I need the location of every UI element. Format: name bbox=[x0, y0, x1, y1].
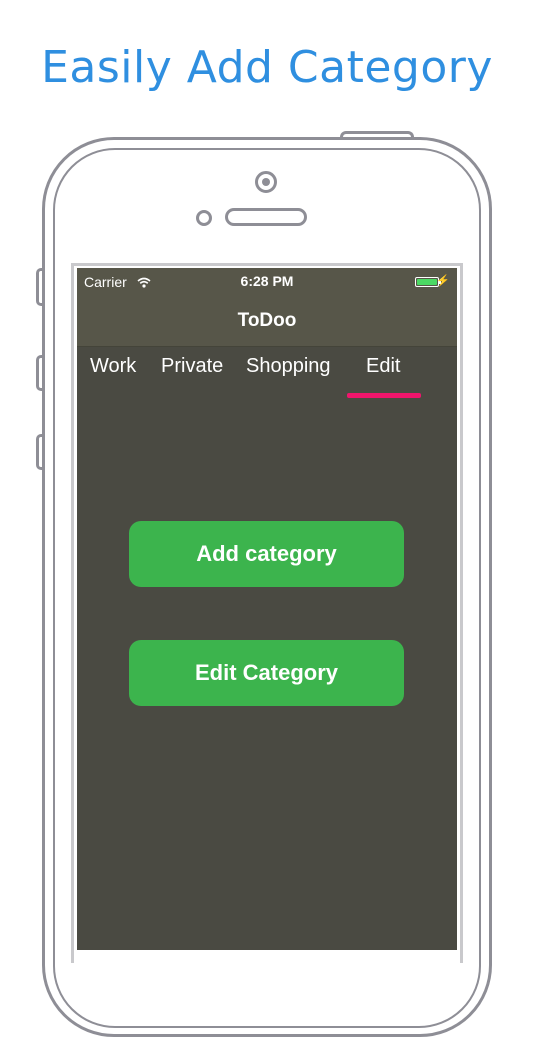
tab-shopping[interactable]: Shopping bbox=[246, 355, 331, 378]
app-screen: Carrier 6:28 PM ⚡ ToDoo Work Private Sho… bbox=[77, 268, 457, 950]
promo-headline: Easily Add Category bbox=[41, 42, 493, 93]
sensor-icon bbox=[196, 210, 212, 226]
bolt-icon: ⚡ bbox=[436, 275, 450, 287]
add-category-button[interactable]: Add category bbox=[129, 521, 404, 587]
tab-private[interactable]: Private bbox=[161, 355, 223, 378]
app-title: ToDoo bbox=[237, 310, 297, 331]
navigation-bar: ToDoo bbox=[77, 296, 457, 347]
status-bar: Carrier 6:28 PM ⚡ bbox=[77, 268, 457, 296]
tab-work[interactable]: Work bbox=[90, 355, 136, 378]
status-time: 6:28 PM bbox=[240, 273, 294, 289]
camera-icon bbox=[255, 171, 277, 193]
speaker-grille bbox=[225, 208, 307, 226]
category-tabs: Work Private Shopping Edit bbox=[77, 347, 457, 397]
active-tab-indicator bbox=[347, 393, 421, 398]
tab-edit[interactable]: Edit bbox=[366, 355, 400, 378]
edit-category-button[interactable]: Edit Category bbox=[129, 640, 404, 706]
